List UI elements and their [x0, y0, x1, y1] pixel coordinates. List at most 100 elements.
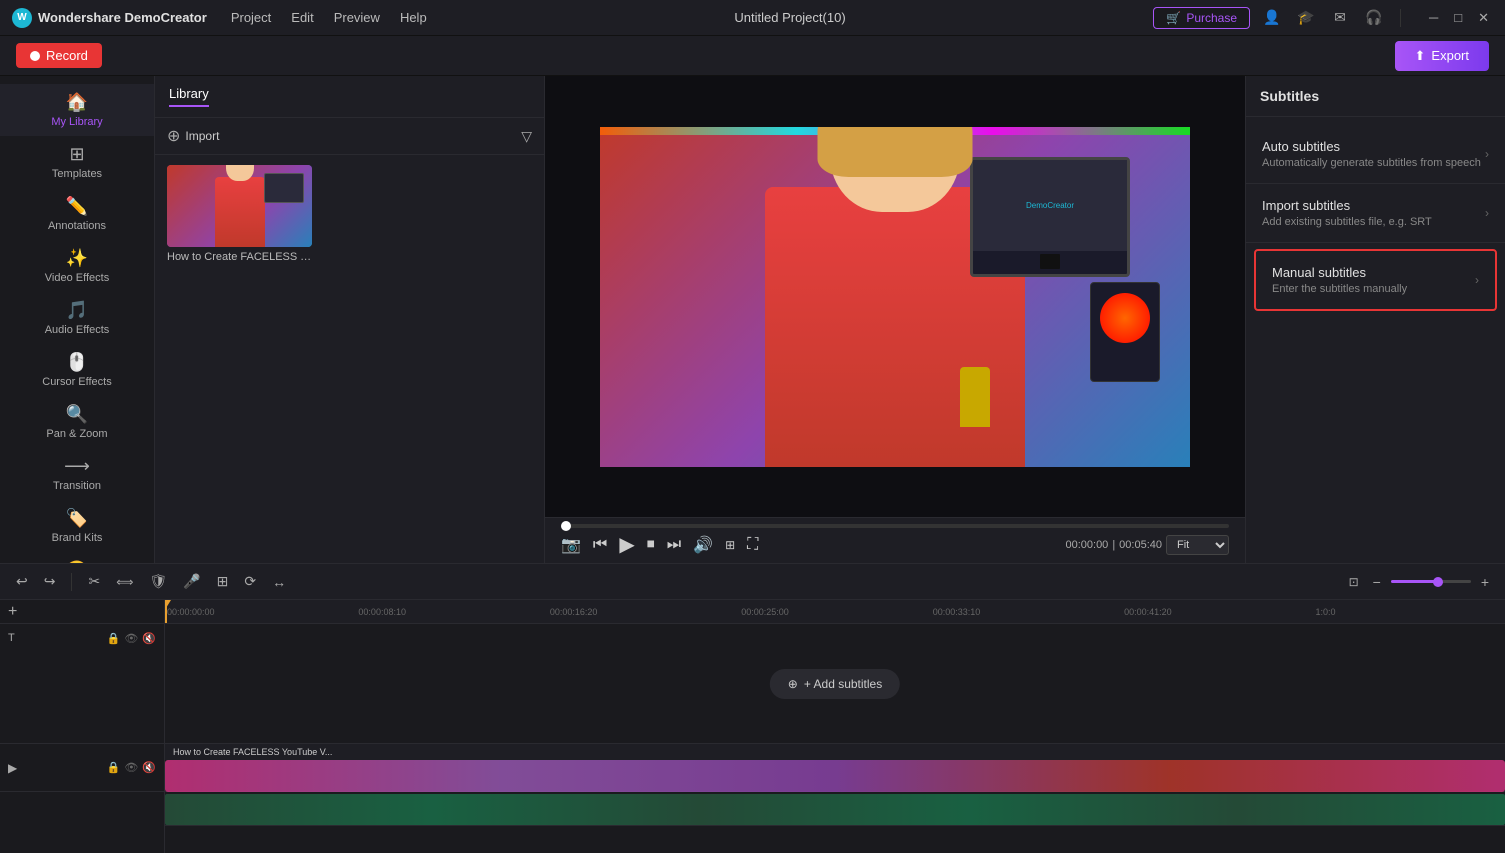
step-back-button[interactable]: ⏮ — [593, 536, 607, 554]
user-icon[interactable]: 👤 — [1260, 6, 1284, 30]
mic-button[interactable]: 🎤 — [179, 571, 204, 592]
cursor-effects-icon: 🖱️ — [66, 352, 88, 373]
split-button[interactable]: ⟺ — [112, 573, 137, 591]
sidebar-item-templates[interactable]: ⊞ Templates — [0, 136, 154, 188]
audio-track-row — [165, 794, 1505, 826]
brand-kits-icon: 🏷️ — [66, 508, 88, 529]
my-library-icon: 🏠 — [66, 92, 88, 113]
playhead[interactable] — [165, 600, 167, 623]
sidebar-label-my-library: My Library — [51, 116, 102, 128]
templates-icon: ⊞ — [69, 144, 84, 165]
import-label: Import — [185, 129, 219, 143]
subtitle-visibility-icon[interactable]: 👁 — [124, 632, 138, 645]
video-visibility-icon[interactable]: 👁 — [124, 761, 138, 774]
stop-button[interactable]: ⏹ — [647, 536, 655, 554]
zoom-slider[interactable] — [1391, 580, 1471, 583]
progress-track[interactable] — [561, 524, 1229, 528]
library-tab[interactable]: Library — [169, 86, 209, 107]
zoom-in-button[interactable]: + — [1477, 572, 1493, 592]
manual-subtitles-desc: Enter the subtitles manually — [1272, 283, 1407, 295]
crop-button[interactable]: ✂ — [84, 571, 104, 592]
media-thumbnail[interactable]: ▶ How to Create FACELESS Yo... — [167, 165, 312, 263]
playhead-arrow — [165, 600, 171, 608]
video-thumbnail-strip — [165, 760, 1505, 792]
ruler-mark-6: 1:0:0 — [1314, 607, 1505, 617]
minimize-button[interactable]: ─ — [1425, 10, 1442, 26]
add-track-header: + — [0, 600, 164, 624]
mail-icon[interactable]: ✉ — [1328, 6, 1352, 30]
filter-icon[interactable]: ▽ — [521, 128, 532, 145]
nav-preview[interactable]: Preview — [334, 10, 380, 25]
support-icon[interactable]: 🎧 — [1362, 6, 1386, 30]
fit-select[interactable]: Fit 25% 50% 75% 100% — [1166, 535, 1229, 555]
import-button[interactable]: ⊕ Import — [167, 126, 219, 146]
import-subtitles-option[interactable]: Import subtitles Add existing subtitles … — [1246, 184, 1505, 243]
subtitle-mute-icon[interactable]: 🔇 — [142, 632, 156, 645]
grid-button[interactable]: ⊞ — [213, 571, 233, 592]
maximize-button[interactable]: □ — [1450, 10, 1466, 26]
sidebar-item-video-effects[interactable]: ✨ Video Effects — [0, 240, 154, 292]
nav-project[interactable]: Project — [231, 10, 271, 25]
timeline-toolbar: ↩ ↪ ✂ ⟺ 🛡 🎤 ⊞ ⟳ ↔ ⊡ − + — [0, 564, 1505, 600]
sidebar-item-transition[interactable]: ⟶ Transition — [0, 448, 154, 500]
volume-button[interactable]: 🔊 — [693, 535, 713, 555]
purchase-button[interactable]: 🛒 Purchase — [1153, 7, 1250, 29]
manual-subtitles-title: Manual subtitles — [1272, 265, 1407, 280]
ruler-mark-2: 00:00:16:20 — [548, 607, 739, 617]
ruler-mark-0: 00:00:00:00 — [165, 607, 356, 617]
sidebar-item-audio-effects[interactable]: 🎵 Audio Effects — [0, 292, 154, 344]
undo-button[interactable]: ↩ — [12, 571, 32, 592]
timeline-scroll-area[interactable]: 00:00:00:00 00:00:08:10 00:00:16:20 00:0… — [165, 600, 1505, 853]
fit-timeline-button[interactable]: ⊡ — [1345, 573, 1363, 591]
sidebar-item-my-library[interactable]: 🏠 My Library — [0, 84, 154, 136]
sidebar-item-annotations[interactable]: ✏️ Annotations — [0, 188, 154, 240]
sidebar-item-cursor-effects[interactable]: 🖱️ Cursor Effects — [0, 344, 154, 396]
video-track-icon: ▶ — [8, 761, 17, 775]
shield-button[interactable]: 🛡 — [145, 571, 171, 592]
manual-subtitles-option[interactable]: Manual subtitles Enter the subtitles man… — [1254, 249, 1497, 311]
record-button[interactable]: Record — [16, 43, 102, 68]
sidebar-label-annotations: Annotations — [48, 220, 106, 232]
video-track-row: How to Create FACELESS YouTube V... — [165, 744, 1505, 792]
sidebar-item-pan-zoom[interactable]: 🔍 Pan & Zoom — [0, 396, 154, 448]
screenshot-button[interactable]: 📷 — [561, 535, 581, 555]
aspect-ratio-button[interactable]: ⊞ — [725, 538, 735, 552]
export-icon: ⬆ — [1415, 48, 1426, 64]
toolbar-separator-1 — [71, 573, 72, 591]
top-bar: W Wondershare DemoCreator Project Edit P… — [0, 0, 1505, 36]
video-lock-icon[interactable]: 🔒 — [107, 761, 121, 774]
video-track-icons: 🔒 👁 🔇 — [107, 761, 156, 774]
add-subtitles-button[interactable]: ⊕ + Add subtitles — [770, 669, 900, 699]
resize-button[interactable]: ↔ — [268, 572, 290, 592]
sidebar-item-brand-kits[interactable]: 🏷️ Brand Kits — [0, 500, 154, 552]
subtitle-lock-icon[interactable]: 🔒 — [107, 632, 121, 645]
auto-subtitles-option[interactable]: Auto subtitles Automatically generate su… — [1246, 125, 1505, 184]
app-name: Wondershare DemoCreator — [38, 10, 207, 25]
nav-edit[interactable]: Edit — [291, 10, 313, 25]
sidebar-label-brand-kits: Brand Kits — [52, 532, 103, 544]
record-bar: Record ⬆ Export — [0, 36, 1505, 76]
annotations-icon: ✏️ — [66, 196, 88, 217]
zoom-out-button[interactable]: − — [1369, 572, 1385, 592]
nav-help[interactable]: Help — [400, 10, 427, 25]
manual-subtitles-text: Manual subtitles Enter the subtitles man… — [1272, 265, 1407, 295]
sidebar-label-cursor-effects: Cursor Effects — [42, 376, 112, 388]
main-nav: Project Edit Preview Help — [231, 10, 427, 25]
redo-button[interactable]: ↪ — [40, 571, 60, 592]
app-logo: W Wondershare DemoCreator — [12, 8, 207, 28]
play-button[interactable]: ▶ — [619, 532, 634, 557]
sidebar-item-stickers[interactable]: 😊 Stickers — [0, 552, 154, 563]
graduation-icon[interactable]: 🎓 — [1294, 6, 1318, 30]
video-effects-icon: ✨ — [66, 248, 88, 269]
step-forward-button[interactable]: ⏭ — [667, 536, 681, 554]
video-frame: DemoCreator — [600, 127, 1190, 467]
sidebar: 🏠 My Library ⊞ Templates ✏️ Annotations … — [0, 76, 155, 563]
fullscreen-button[interactable]: ⛶ — [747, 536, 758, 554]
add-subtitles-label: + Add subtitles — [804, 677, 882, 691]
export-button[interactable]: ⬆ Export — [1395, 41, 1489, 71]
add-track-button[interactable]: + — [8, 603, 17, 621]
progress-thumb[interactable] — [561, 521, 571, 531]
close-button[interactable]: ✕ — [1474, 10, 1493, 26]
video-mute-icon[interactable]: 🔇 — [142, 761, 156, 774]
link-button[interactable]: ⟳ — [240, 571, 260, 592]
